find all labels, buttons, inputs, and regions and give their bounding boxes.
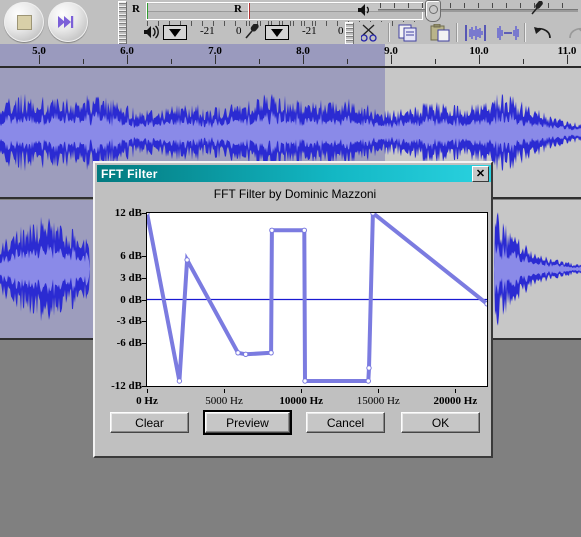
chart-y-axis: 12 dB 6 dB 3 dB 0 dB -3 dB -6 dB -12 dB (95, 207, 146, 392)
scissors-icon (361, 24, 377, 42)
chart-x-tick (224, 389, 226, 393)
chart-x-tick (455, 389, 457, 393)
ruler-label: 10.0 (469, 45, 489, 57)
chart-x-tick-label: 5000 Hz (205, 395, 243, 407)
cut-button[interactable] (355, 22, 386, 43)
fft-filter-dialog: FFT Filter ✕ FFT Filter by Dominic Mazzo… (93, 161, 493, 458)
undo-icon (533, 26, 551, 38)
chart-x-tick (301, 389, 303, 393)
clear-button[interactable]: Clear (110, 412, 189, 433)
filter-control-point[interactable] (484, 301, 487, 307)
chart-x-tick-label: 10000 Hz (279, 395, 324, 407)
filter-control-point[interactable] (302, 378, 308, 384)
dialog-title: FFT Filter (101, 166, 158, 181)
filter-curve-line[interactable] (147, 213, 487, 383)
output-meter-channel: R (132, 3, 140, 15)
output-meter-scale-left: -21 (200, 25, 215, 37)
copy-button[interactable] (393, 22, 424, 43)
chart-x-tick (378, 389, 380, 393)
mixer-slider-track[interactable] (378, 9, 578, 12)
filter-control-point[interactable] (366, 365, 372, 371)
chart-y-tick-label: -3 dB (116, 315, 142, 328)
chart-y-tick-label: -6 dB (116, 336, 142, 349)
edit-toolbar-grip[interactable] (345, 22, 354, 44)
filter-control-point[interactable] (235, 350, 241, 356)
ok-button[interactable]: OK (401, 412, 480, 433)
filter-control-point[interactable] (301, 227, 308, 233)
ruler-minor-tick (171, 59, 172, 64)
trim-audio-icon (464, 24, 486, 41)
chart-x-tick-label: 15000 Hz (356, 395, 400, 407)
stop-button[interactable] (4, 2, 44, 42)
microphone-small-icon (531, 1, 543, 15)
audacity-toolbar: R -21 0 R -21 0 (0, 0, 581, 44)
preview-button[interactable]: Preview (203, 410, 292, 435)
speaker-small-icon (358, 4, 369, 16)
microphone-icon (245, 24, 259, 39)
copy-icon (398, 24, 417, 41)
chart-x-tick (147, 389, 148, 393)
filter-control-point[interactable] (243, 351, 249, 358)
meter-toolbar-grip[interactable] (118, 1, 127, 44)
input-meter-scale-right: 0 (338, 25, 344, 37)
chart-y-tick-label: 6 dB (120, 250, 142, 263)
filter-control-point[interactable] (370, 213, 376, 216)
chart-x-axis: 0 Hz 5000 Hz 10000 Hz 15000 Hz 20000 Hz (136, 389, 491, 411)
ruler-minor-tick (435, 59, 436, 64)
filter-control-point[interactable] (184, 257, 190, 263)
chart-y-tick-label: 12 dB (114, 207, 142, 219)
mixer-slider-ticks (380, 3, 576, 8)
stop-icon (16, 14, 32, 30)
chart-y-tick-label: 3 dB (120, 271, 142, 284)
silence-button[interactable] (492, 22, 523, 43)
ruler-minor-tick (83, 59, 84, 64)
filter-control-point[interactable] (176, 378, 183, 384)
dialog-subtitle: FFT Filter by Dominic Mazzoni (213, 187, 377, 201)
ruler-minor-tick (523, 59, 524, 64)
filter-control-point[interactable] (147, 213, 150, 216)
ruler-selection (0, 44, 385, 66)
skip-to-end-button[interactable] (48, 2, 88, 42)
ruler-label: 11.0 (557, 45, 577, 57)
filter-curve-plot[interactable] (146, 212, 488, 387)
ruler-label: 8.0 (296, 45, 310, 57)
silence-audio-icon (496, 25, 519, 40)
chart-x-tick-label: 20000 Hz (433, 395, 478, 407)
input-device-dropdown[interactable] (265, 25, 289, 40)
chart-y-tick-label: 0 dB (120, 293, 142, 306)
ruler-minor-tick (259, 59, 260, 64)
chart-y-tick-label: -12 dB (111, 380, 142, 392)
mixer-slider-thumb[interactable] (425, 0, 441, 22)
close-icon[interactable]: ✕ (472, 166, 489, 182)
redo-button[interactable] (560, 22, 581, 43)
chart-x-tick-label: 0 Hz (136, 395, 158, 407)
ruler-label: 9.0 (384, 45, 398, 57)
input-meter-scale-left: -21 (302, 25, 317, 37)
ruler-label: 7.0 (208, 45, 222, 57)
input-meter-channel: R (234, 3, 242, 15)
filter-control-point[interactable] (365, 378, 372, 384)
cancel-button[interactable]: Cancel (306, 412, 385, 433)
paste-button[interactable] (425, 22, 456, 43)
ruler-label: 5.0 (32, 45, 46, 57)
filter-control-point[interactable] (268, 350, 274, 356)
ruler-label: 6.0 (120, 45, 134, 57)
skip-to-end-icon (58, 16, 74, 28)
redo-icon (568, 27, 581, 38)
paste-icon (430, 23, 450, 41)
timeline-ruler[interactable]: 5.0 6.0 7.0 8.0 9.0 10.0 11.0 (0, 44, 581, 68)
trim-button[interactable] (460, 22, 491, 43)
ruler-minor-tick (347, 59, 348, 64)
dialog-title-bar[interactable]: FFT Filter ✕ (97, 165, 491, 182)
undo-button[interactable] (528, 22, 559, 43)
filter-control-point[interactable] (269, 227, 275, 233)
output-device-dropdown[interactable] (163, 25, 187, 40)
speaker-icon (144, 25, 159, 39)
